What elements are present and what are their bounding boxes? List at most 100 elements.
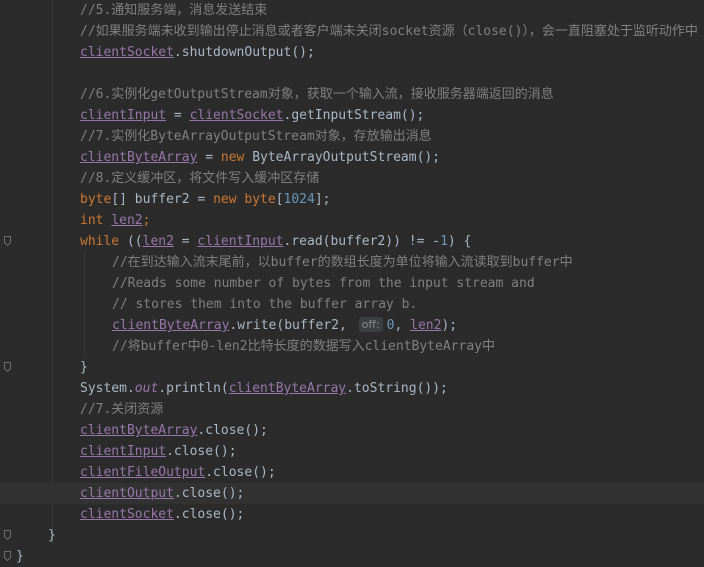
code-text: } — [16, 546, 24, 567]
code-token: .println( — [158, 381, 229, 396]
code-token: .write(buffer2, — [229, 318, 355, 333]
code-text: //将buffer中0-len2比特长度的数据写入clientByteArray… — [112, 336, 495, 357]
code-line[interactable]: clientByteArray.close(); — [0, 420, 704, 441]
code-token: [ — [275, 192, 284, 207]
code-token: len2 — [111, 213, 143, 228]
code-token: 1 — [440, 234, 448, 249]
code-token: } — [80, 360, 88, 375]
code-line[interactable]: int len2; — [0, 210, 704, 231]
code-token: new — [220, 150, 253, 165]
code-line[interactable]: //7.实例化ByteArrayOutputStream对象，存放输出消息 — [0, 126, 704, 147]
code-token: // stores them into the buffer array b. — [112, 297, 418, 312]
code-token: out — [134, 381, 159, 396]
code-text: clientByteArray.close(); — [80, 420, 268, 441]
code-token: = — [173, 234, 198, 249]
code-line[interactable]: clientByteArray.write(buffer2, off: 0, le… — [0, 315, 704, 336]
code-text: // stores them into the buffer array b. — [112, 294, 417, 315]
code-token: .close(); — [173, 486, 245, 501]
code-line[interactable]: //5.通知服务端，消息发送结束 — [0, 0, 704, 21]
code-line[interactable]: } — [0, 546, 704, 567]
code-line[interactable]: } — [0, 525, 704, 546]
code-token: = — [166, 108, 190, 123]
code-text: System.out.println(clientByteArray.toStr… — [80, 378, 448, 399]
code-token: clientByteArray — [80, 150, 198, 165]
code-token: } — [48, 528, 56, 543]
code-line[interactable]: while ((len2 = clientInput.read(buffer2)… — [0, 231, 704, 252]
code-text: //5.通知服务端，消息发送结束 — [80, 0, 267, 21]
code-line[interactable]: //如果服务端未收到输出停止消息或者客户端未关闭socket资源（close()… — [0, 21, 704, 42]
code-text: //在到达输入流末尾前，以buffer的数组长度为单位将输入流读取到buffer… — [112, 252, 573, 273]
code-line[interactable]: } — [0, 357, 704, 378]
code-token: new byte — [213, 192, 276, 207]
code-token: byte — [80, 192, 112, 207]
code-token: int — [80, 213, 112, 228]
code-token: 1024 — [283, 192, 315, 207]
code-text: //7.关闭资源 — [80, 399, 163, 420]
code-line[interactable]: //8.定义缓冲区，将文件写入缓冲区存储 — [0, 168, 704, 189]
code-token: .getInputStream(); — [283, 108, 425, 123]
code-token: //6.实例化getOutputStream对象，获取一个输入流，接收服务器端返… — [80, 87, 554, 102]
code-text: clientInput.close(); — [80, 441, 237, 462]
code-token: ); — [441, 318, 458, 333]
code-token: clientByteArray — [228, 381, 347, 396]
code-line[interactable]: clientInput = clientSocket.getInputStrea… — [0, 105, 704, 126]
code-text: } — [80, 357, 88, 378]
code-text: //Reads some number of bytes from the in… — [112, 273, 535, 294]
code-token: , — [394, 318, 411, 333]
parameter-hint: off: — [358, 317, 383, 332]
code-token: ByteArrayOutputStream(); — [252, 150, 441, 165]
code-token: ]; — [314, 192, 331, 207]
code-line[interactable]: //Reads some number of bytes from the in… — [0, 273, 704, 294]
code-editor[interactable]: //5.通知服务端，消息发送结束 //如果服务端未收到输出停止消息或者客户端未关闭… — [0, 0, 704, 567]
code-text: } — [48, 525, 56, 546]
code-line[interactable]: //6.实例化getOutputStream对象，获取一个输入流，接收服务器端返… — [0, 84, 704, 105]
fold-marker-icon[interactable] — [4, 530, 11, 540]
code-token: .toString()); — [346, 381, 448, 396]
code-line[interactable]: //在到达输入流末尾前，以buffer的数组长度为单位将输入流读取到buffer… — [0, 252, 704, 273]
code-token: clientInput — [80, 444, 167, 459]
code-token: clientInput — [80, 108, 167, 123]
fold-marker-icon[interactable] — [4, 362, 11, 372]
code-text: clientInput = clientSocket.getInputStrea… — [80, 105, 424, 126]
code-line[interactable]: clientSocket.shutdownOutput(); — [0, 42, 704, 63]
code-text: clientFileOutput.close(); — [80, 462, 276, 483]
code-token: .close(); — [173, 507, 245, 522]
fold-marker-icon[interactable] — [4, 551, 11, 561]
code-line[interactable]: System.out.println(clientByteArray.toStr… — [0, 378, 704, 399]
code-token: .close(); — [205, 465, 276, 480]
code-line[interactable] — [0, 63, 704, 84]
code-token: ; — [142, 213, 151, 228]
code-token: //7.实例化ByteArrayOutputStream对象，存放输出消息 — [80, 129, 432, 144]
code-token: .shutdownOutput(); — [173, 45, 315, 60]
code-token: .close(); — [197, 423, 268, 438]
code-token: clientInput — [197, 234, 284, 249]
code-line[interactable]: clientSocket.close(); — [0, 504, 704, 525]
code-text: //8.定义缓冲区，将文件写入缓冲区存储 — [80, 168, 319, 189]
code-token: len2 — [142, 234, 174, 249]
code-line[interactable]: //将buffer中0-len2比特长度的数据写入clientByteArray… — [0, 336, 704, 357]
code-token: clientByteArray — [112, 318, 230, 333]
code-text: //7.实例化ByteArrayOutputStream对象，存放输出消息 — [80, 126, 432, 147]
code-text: while ((len2 = clientInput.read(buffer2)… — [80, 231, 471, 252]
code-line[interactable]: byte[] buffer2 = new byte[1024]; — [0, 189, 704, 210]
code-line[interactable]: //7.关闭资源 — [0, 399, 704, 420]
fold-marker-icon[interactable] — [4, 236, 11, 246]
code-token: clientSocket — [80, 45, 174, 60]
code-token: //7.关闭资源 — [80, 402, 164, 417]
code-line[interactable]: clientByteArray = new ByteArrayOutputStr… — [0, 147, 704, 168]
code-line[interactable]: clientFileOutput.close(); — [0, 462, 704, 483]
code-text: clientSocket.shutdownOutput(); — [80, 42, 315, 63]
code-token: .read(buffer2)) != - — [283, 234, 441, 249]
code-line[interactable]: clientOutput.close(); — [0, 483, 704, 504]
code-token: [] buffer2 = — [111, 192, 214, 207]
code-text: byte[] buffer2 = new byte[1024]; — [80, 189, 330, 210]
code-token: ) { — [447, 234, 472, 249]
code-token: = — [197, 150, 221, 165]
code-token: System. — [80, 381, 135, 396]
code-token: //如果服务端未收到输出停止消息或者客户端未关闭socket资源（close()… — [80, 24, 698, 39]
code-line[interactable]: clientInput.close(); — [0, 441, 704, 462]
code-token: .close(); — [166, 444, 237, 459]
code-token: clientFileOutput — [80, 465, 206, 480]
code-line[interactable]: // stores them into the buffer array b. — [0, 294, 704, 315]
code-token: } — [16, 549, 24, 564]
